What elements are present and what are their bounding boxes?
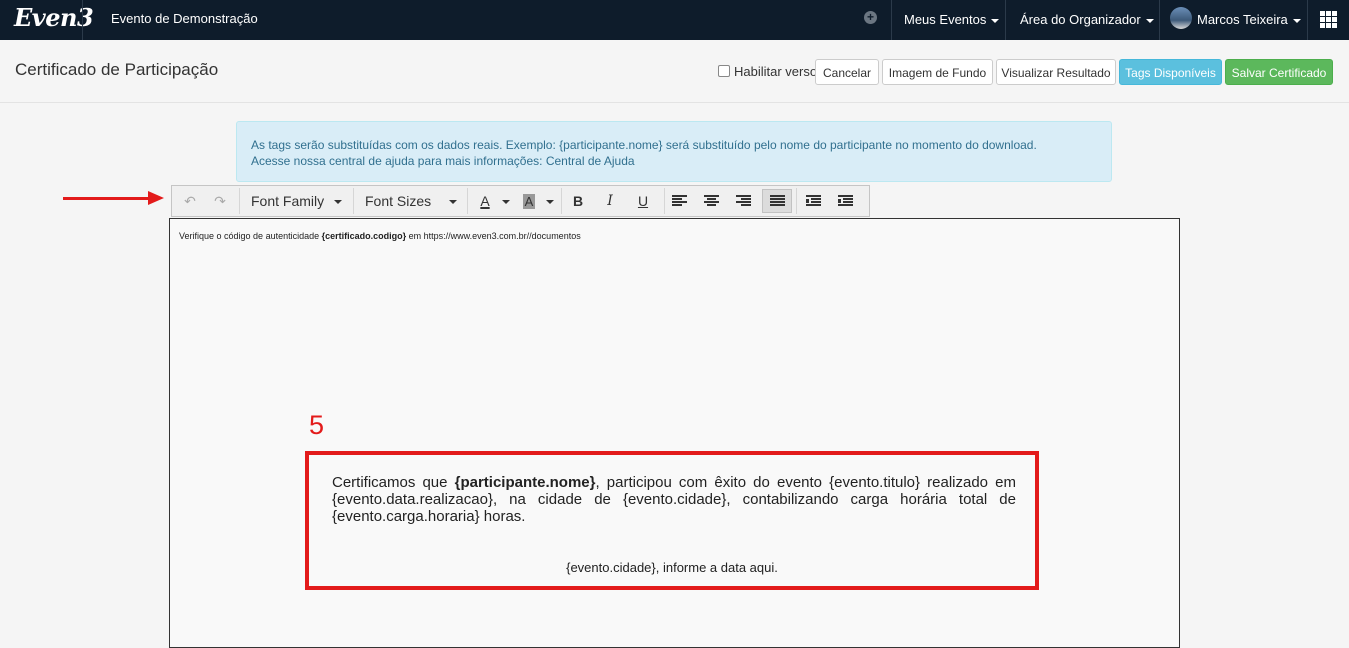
habilitar-verso-label: Habilitar verso [734, 64, 818, 79]
caret-down-icon [334, 200, 342, 204]
background-image-button[interactable]: Imagem de Fundo [882, 59, 993, 85]
alert-line-2: Acesse nossa central de ajuda para mais … [251, 153, 1097, 169]
verification-prefix: Verifique o código de autenticidade [179, 231, 322, 241]
toolbar-separator [467, 188, 468, 214]
align-center-icon[interactable] [698, 186, 726, 216]
background-color-icon[interactable]: A [519, 186, 539, 216]
background-color-letter: A [522, 194, 536, 209]
apps-grid-icon[interactable] [1320, 11, 1337, 28]
toolbar-separator [239, 188, 240, 214]
bold-icon[interactable]: B [565, 186, 591, 216]
preview-result-button[interactable]: Visualizar Resultado [996, 59, 1116, 85]
participant-name-tag: {participante.nome} [454, 474, 596, 491]
alert-line-1: As tags serão substituídas com os dados … [251, 138, 1037, 152]
user-avatar[interactable] [1170, 7, 1192, 29]
meus-eventos-label: Meus Eventos [904, 12, 987, 27]
align-justify-icon[interactable] [762, 189, 792, 213]
help-center-link[interactable]: Central de Ajuda [546, 154, 635, 168]
toolbar-separator [796, 188, 797, 214]
info-alert: As tags serão substituídas com os dados … [236, 121, 1112, 182]
text-color-icon[interactable]: A [475, 186, 495, 216]
navbar-divider [891, 0, 892, 40]
caret-down-icon [1145, 18, 1154, 23]
toolbar-separator [664, 188, 665, 214]
checkbox-icon[interactable] [718, 65, 730, 77]
background-color-caret-icon[interactable] [546, 200, 554, 204]
certificate-code-tag: {certificado.codigo} [321, 231, 407, 241]
verification-suffix: em https://www.even3.com.br//documentos [406, 231, 581, 241]
alert-line-2-text: Acesse nossa central de ajuda para mais … [251, 154, 546, 168]
meus-eventos-menu[interactable]: Meus Eventos [904, 12, 1000, 27]
navbar-divider [82, 0, 83, 40]
toolbar-separator [561, 188, 562, 214]
page-title: Certificado de Participação [15, 60, 219, 79]
certificate-paragraph[interactable]: Certificamos que {participante.nome}, pa… [332, 474, 1016, 525]
undo-icon[interactable]: ↶ [176, 186, 204, 216]
arrow-annotation [63, 197, 151, 200]
align-left-icon[interactable] [666, 186, 694, 216]
save-certificate-button[interactable]: Salvar Certificado [1225, 59, 1333, 85]
align-right-icon[interactable] [730, 186, 758, 216]
navbar-divider [1307, 0, 1308, 40]
font-sizes-label: Font Sizes [365, 193, 432, 209]
habilitar-verso-checkbox[interactable]: Habilitar verso [718, 64, 817, 79]
plus-circle-icon[interactable]: + [864, 11, 877, 24]
user-menu[interactable]: Marcos Teixeira [1197, 12, 1301, 27]
navbar-divider [1005, 0, 1006, 40]
font-sizes-dropdown[interactable]: Font Sizes [365, 186, 461, 216]
certificate-date-line[interactable]: {evento.cidade}, informe a data aqui. [305, 560, 1039, 575]
indent-icon[interactable] [832, 186, 860, 216]
cancel-button[interactable]: Cancelar [815, 59, 879, 85]
underline-icon[interactable]: U [630, 186, 656, 216]
area-organizador-label: Área do Organizador [1020, 12, 1141, 27]
caret-down-icon [1292, 18, 1301, 23]
outdent-icon[interactable] [800, 186, 828, 216]
caret-down-icon [991, 18, 1000, 23]
user-name: Marcos Teixeira [1197, 12, 1288, 27]
page-header: Certificado de Participação Habilitar ve… [0, 40, 1349, 103]
available-tags-button[interactable]: Tags Disponíveis [1119, 59, 1222, 85]
top-navbar: Even3 Evento de Demonstração + Meus Even… [0, 0, 1349, 40]
verification-text: Verifique o código de autenticidade {cer… [179, 231, 581, 241]
redo-icon[interactable]: ↷ [206, 186, 234, 216]
event-name[interactable]: Evento de Demonstração [111, 11, 258, 26]
certificate-paragraph-prefix: Certificamos que [332, 474, 455, 491]
caret-down-icon [449, 200, 457, 204]
font-family-label: Font Family [251, 193, 325, 209]
text-color-caret-icon[interactable] [502, 200, 510, 204]
navbar-divider [1159, 0, 1160, 40]
italic-icon[interactable]: I [597, 186, 623, 216]
annotation-number: 5 [309, 410, 325, 440]
toolbar-separator [353, 188, 354, 214]
arrow-annotation-head [148, 191, 164, 205]
area-organizador-menu[interactable]: Área do Organizador [1020, 12, 1154, 27]
editor-toolbar: ↶ ↷ Font Family Font Sizes A A B I U [171, 185, 870, 217]
